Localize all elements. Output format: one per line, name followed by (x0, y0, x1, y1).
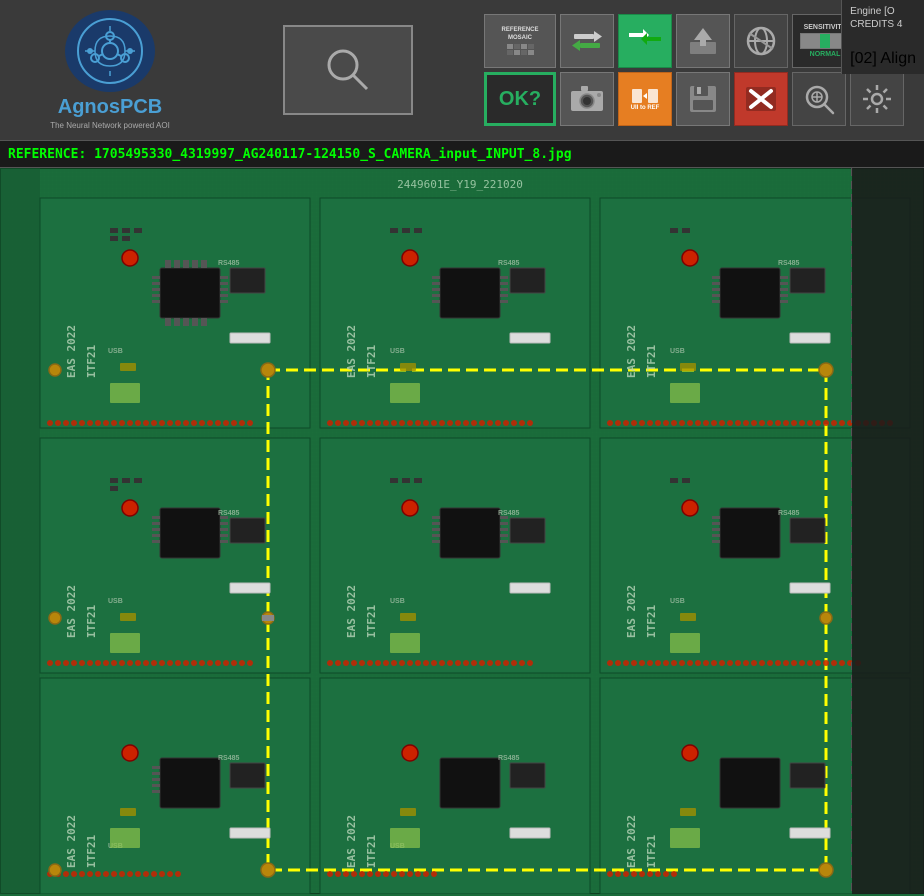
export-icon (688, 26, 718, 56)
pcb-svg: 2449601E_Y19_221020 (0, 168, 924, 894)
svg-text:EAS 2022: EAS 2022 (65, 325, 78, 378)
svg-text:RS485: RS485 (498, 755, 520, 762)
reference-text: REFERENCE: 1705495330_4319997_AG240117-1… (8, 147, 572, 162)
reject-button[interactable] (734, 72, 788, 126)
logo-icon (65, 10, 155, 92)
header: AgnosPCB The Neural Network powered AOI … (0, 0, 924, 140)
svg-text:EAS 2022: EAS 2022 (345, 325, 358, 378)
swap-button[interactable] (560, 14, 614, 68)
app-tagline: The Neural Network powered AOI (50, 121, 170, 130)
svg-text:USB: USB (108, 348, 123, 355)
search-preview[interactable] (283, 25, 413, 115)
svg-text:USB: USB (670, 598, 685, 605)
app-name: AgnosPCB (58, 96, 162, 119)
svg-text:ITF21: ITF21 (85, 605, 98, 638)
toolbar-row-2: OK? (484, 72, 916, 126)
svg-text:RS485: RS485 (498, 510, 520, 517)
reject-icon (745, 83, 777, 115)
search-icon (323, 45, 373, 95)
center-panel (220, 0, 476, 140)
main-pcb-view[interactable]: 2449601E_Y19_221020 (0, 168, 924, 896)
svg-text:USB: USB (670, 348, 685, 355)
svg-text:ITF21: ITF21 (645, 345, 658, 378)
save-icon (688, 84, 718, 114)
svg-text:RS485: RS485 (778, 510, 800, 517)
svg-text:ITF21: ITF21 (85, 835, 98, 868)
zoom-icon (803, 83, 835, 115)
reference-bar: REFERENCE: 1705495330_4319997_AG240117-1… (0, 140, 924, 168)
engine-label: Engine [O (850, 6, 916, 17)
svg-text:EAS 2022: EAS 2022 (65, 585, 78, 638)
credits-label: CREDITS 4 (850, 19, 916, 30)
svg-text:ITF21: ITF21 (645, 835, 658, 868)
swap-icon (572, 26, 602, 56)
camera-button[interactable] (560, 72, 614, 126)
svg-text:USB: USB (390, 598, 405, 605)
compare-button[interactable] (618, 14, 672, 68)
svg-text:EAS 2022: EAS 2022 (65, 815, 78, 868)
ok-button[interactable]: OK? (484, 72, 556, 126)
compare-icon (629, 27, 661, 55)
svg-text:RS485: RS485 (218, 510, 240, 517)
ok-label: OK? (499, 88, 541, 111)
svg-text:EAS 2022: EAS 2022 (345, 815, 358, 868)
svg-text:EAS 2022: EAS 2022 (625, 325, 638, 378)
svg-text:ITF21: ITF21 (645, 605, 658, 638)
camera-icon (570, 85, 604, 113)
engine-info-panel: Engine [O CREDITS 4 [02] Align (841, 0, 924, 74)
svg-text:USB: USB (108, 598, 123, 605)
svg-text:EAS 2022: EAS 2022 (345, 585, 358, 638)
ref-mosaic-button[interactable]: REFERENCEMOSAIC (484, 14, 556, 68)
settings-button[interactable] (850, 72, 904, 126)
svg-text:ITF21: ITF21 (85, 345, 98, 378)
hide-icon (745, 25, 777, 57)
settings-icon (861, 83, 893, 115)
svg-text:EAS 2022: EAS 2022 (625, 815, 638, 868)
zoom-button[interactable] (792, 72, 846, 126)
hide-button[interactable] (734, 14, 788, 68)
svg-text:RS485: RS485 (218, 755, 240, 762)
svg-text:ITF21: ITF21 (365, 345, 378, 378)
svg-text:ITF21: ITF21 (365, 835, 378, 868)
svg-text:RS485: RS485 (218, 260, 240, 267)
uitoref-button[interactable]: UII to REF (618, 72, 672, 126)
pcb-canvas[interactable]: 2449601E_Y19_221020 (0, 168, 924, 896)
svg-text:2449601E_Y19_221020: 2449601E_Y19_221020 (397, 178, 523, 191)
svg-text:RS485: RS485 (778, 260, 800, 267)
svg-text:ITF21: ITF21 (365, 605, 378, 638)
svg-text:RS485: RS485 (498, 260, 520, 267)
save-button[interactable] (676, 72, 730, 126)
uitoref-icon (631, 87, 659, 105)
svg-text:EAS 2022: EAS 2022 (625, 585, 638, 638)
svg-text:USB: USB (390, 348, 405, 355)
align-label: [02] Align (850, 50, 916, 68)
export-button[interactable] (676, 14, 730, 68)
logo-area: AgnosPCB The Neural Network powered AOI (0, 0, 220, 140)
